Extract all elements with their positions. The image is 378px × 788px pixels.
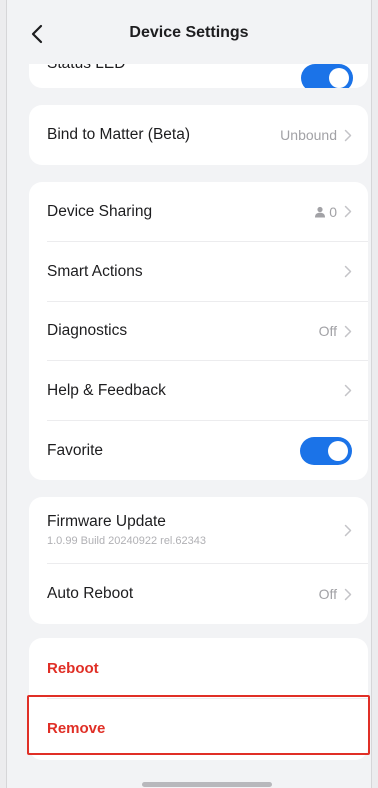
reboot-button[interactable]: Reboot: [29, 638, 368, 698]
favorite-label: Favorite: [47, 441, 103, 459]
auto-reboot-label: Auto Reboot: [47, 585, 134, 602]
chevron-right-icon: [344, 588, 352, 601]
chevron-right-icon: [344, 524, 352, 537]
firmware-update-row[interactable]: Firmware Update 1.0.99 Build 20240922 re…: [29, 497, 368, 563]
favorite-row: Favorite: [29, 421, 368, 480]
diagnostics-row[interactable]: Diagnostics Off: [29, 302, 368, 360]
main-settings-card: Device Sharing 0 Smart Actions Diagnosti…: [29, 182, 368, 480]
toggle-knob: [328, 440, 348, 461]
matter-card: Bind to Matter (Beta) Unbound: [29, 105, 368, 165]
diagnostics-value: Off: [318, 323, 337, 339]
home-indicator: [142, 782, 272, 787]
help-feedback-label: Help & Feedback: [47, 381, 166, 399]
chevron-right-icon: [344, 384, 352, 397]
chevron-right-icon: [344, 205, 352, 218]
bind-matter-label: Bind to Matter (Beta): [47, 126, 191, 143]
firmware-text: Firmware Update 1.0.99 Build 20240922 re…: [47, 513, 344, 547]
remove-label: Remove: [47, 719, 106, 737]
remove-button[interactable]: Remove: [29, 699, 368, 757]
firmware-update-label: Firmware Update: [47, 513, 166, 530]
auto-reboot-row[interactable]: Auto Reboot Off: [29, 564, 368, 624]
help-feedback-row[interactable]: Help & Feedback: [29, 361, 368, 420]
person-icon: [314, 206, 326, 218]
status-led-toggle[interactable]: [301, 64, 353, 88]
smart-actions-row[interactable]: Smart Actions: [29, 242, 368, 301]
smart-actions-label: Smart Actions: [47, 262, 143, 280]
toggle-knob: [329, 68, 349, 88]
diagnostics-label: Diagnostics: [47, 322, 128, 339]
device-sharing-row[interactable]: Device Sharing 0: [29, 182, 368, 241]
frame-edge-left: [0, 0, 7, 788]
device-sharing-count: 0: [329, 203, 337, 220]
chevron-right-icon: [344, 265, 352, 278]
reboot-label: Reboot: [47, 659, 99, 677]
auto-reboot-value: Off: [318, 586, 337, 602]
frame-edge-right: [371, 0, 378, 788]
bind-matter-value: Unbound: [280, 127, 337, 143]
firmware-card: Firmware Update 1.0.99 Build 20240922 re…: [29, 497, 368, 624]
bind-matter-row[interactable]: Bind to Matter (Beta) Unbound: [29, 105, 368, 165]
chevron-right-icon: [344, 129, 352, 142]
page-title: Device Settings: [129, 24, 249, 41]
firmware-version: 1.0.99 Build 20240922 rel.62343: [47, 535, 207, 547]
favorite-toggle[interactable]: [300, 436, 352, 465]
device-sharing-label: Device Sharing: [47, 202, 153, 220]
device-actions-card: Reboot Remove: [29, 638, 368, 760]
top-bar: Device Settings: [7, 0, 371, 64]
device-settings-screen: Status LED Device Settings Bind to Matte…: [0, 0, 378, 788]
chevron-right-icon: [344, 325, 352, 338]
